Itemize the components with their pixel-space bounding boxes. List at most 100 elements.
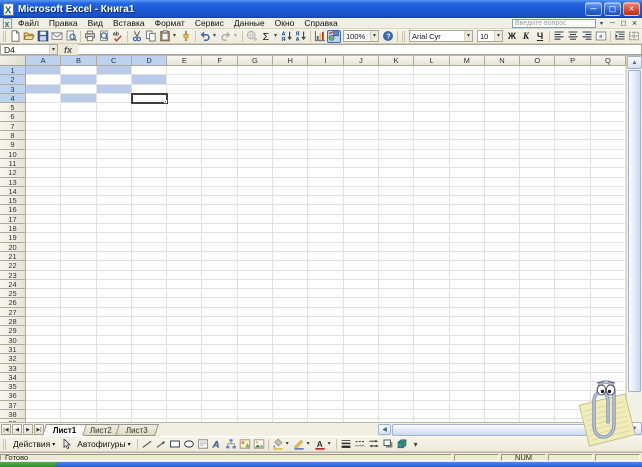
horizontal-scroll-thumb[interactable] xyxy=(392,424,590,436)
cell-D29[interactable] xyxy=(132,326,167,335)
cell-A2[interactable] xyxy=(26,75,61,84)
cell-H27[interactable] xyxy=(273,308,308,317)
cell-H15[interactable] xyxy=(273,196,308,205)
row-header-16[interactable]: 16 xyxy=(0,205,26,214)
cell-K6[interactable] xyxy=(379,112,414,121)
cell-H23[interactable] xyxy=(273,271,308,280)
row-header-20[interactable]: 20 xyxy=(0,243,26,252)
cell-D25[interactable] xyxy=(132,289,167,298)
cell-K13[interactable] xyxy=(379,178,414,187)
cell-C16[interactable] xyxy=(97,205,132,214)
cell-L28[interactable] xyxy=(414,317,449,326)
cell-I13[interactable] xyxy=(308,178,343,187)
cell-B1[interactable] xyxy=(61,66,96,75)
cell-L30[interactable] xyxy=(414,336,449,345)
cell-I15[interactable] xyxy=(308,196,343,205)
cell-E33[interactable] xyxy=(167,364,202,373)
cell-N5[interactable] xyxy=(485,103,520,112)
cell-F14[interactable] xyxy=(202,187,237,196)
cell-H7[interactable] xyxy=(273,122,308,131)
cell-C37[interactable] xyxy=(97,401,132,410)
cell-K25[interactable] xyxy=(379,289,414,298)
name-box[interactable]: D4 ▾ xyxy=(0,44,58,55)
cell-P12[interactable] xyxy=(555,168,590,177)
column-header-I[interactable]: I xyxy=(308,56,343,66)
sort-ascending-button[interactable]: АЯ xyxy=(280,30,294,43)
row-header-28[interactable]: 28 xyxy=(0,317,26,326)
cell-A32[interactable] xyxy=(26,354,61,363)
cell-B10[interactable] xyxy=(61,150,96,159)
cell-P10[interactable] xyxy=(555,150,590,159)
cell-A34[interactable] xyxy=(26,373,61,382)
cell-G20[interactable] xyxy=(238,243,273,252)
cell-A15[interactable] xyxy=(26,196,61,205)
cell-F13[interactable] xyxy=(202,178,237,187)
cell-A28[interactable] xyxy=(26,317,61,326)
cell-F35[interactable] xyxy=(202,382,237,391)
cell-C8[interactable] xyxy=(97,131,132,140)
cell-E32[interactable] xyxy=(167,354,202,363)
column-header-M[interactable]: M xyxy=(450,56,485,66)
print-preview-button[interactable] xyxy=(97,30,111,43)
cell-M9[interactable] xyxy=(450,140,485,149)
cell-K4[interactable] xyxy=(379,94,414,103)
cell-E3[interactable] xyxy=(167,85,202,94)
cell-I25[interactable] xyxy=(308,289,343,298)
cell-Q18[interactable] xyxy=(591,224,626,233)
cell-L5[interactable] xyxy=(414,103,449,112)
cell-F38[interactable] xyxy=(202,410,237,419)
office-assistant-clippy[interactable] xyxy=(575,379,639,447)
line-style-button[interactable] xyxy=(339,438,353,451)
cell-O23[interactable] xyxy=(520,271,555,280)
cell-G19[interactable] xyxy=(238,233,273,242)
row-header-9[interactable]: 9 xyxy=(0,140,26,149)
row-header-14[interactable]: 14 xyxy=(0,187,26,196)
name-box-dropdown[interactable]: ▾ xyxy=(49,45,57,54)
cell-K37[interactable] xyxy=(379,401,414,410)
row-header-12[interactable]: 12 xyxy=(0,168,26,177)
cell-O7[interactable] xyxy=(520,122,555,131)
cell-I4[interactable] xyxy=(308,94,343,103)
cell-J18[interactable] xyxy=(344,224,379,233)
picture-button[interactable] xyxy=(252,438,266,451)
cell-B19[interactable] xyxy=(61,233,96,242)
cell-H13[interactable] xyxy=(273,178,308,187)
cell-G25[interactable] xyxy=(238,289,273,298)
align-left-button[interactable] xyxy=(552,30,566,43)
cell-J36[interactable] xyxy=(344,391,379,400)
cell-C1[interactable] xyxy=(97,66,132,75)
column-header-J[interactable]: J xyxy=(344,56,379,66)
row-header-23[interactable]: 23 xyxy=(0,271,26,280)
cell-H2[interactable] xyxy=(273,75,308,84)
cell-E7[interactable] xyxy=(167,122,202,131)
cell-M7[interactable] xyxy=(450,122,485,131)
cell-N6[interactable] xyxy=(485,112,520,121)
cell-Q29[interactable] xyxy=(591,326,626,335)
cell-B38[interactable] xyxy=(61,410,96,419)
cell-M28[interactable] xyxy=(450,317,485,326)
bold-button[interactable]: Ж xyxy=(505,30,519,43)
format-painter-button[interactable] xyxy=(179,30,193,43)
chevron-down-icon[interactable]: ▾ xyxy=(370,31,378,41)
cell-I16[interactable] xyxy=(308,205,343,214)
cell-G28[interactable] xyxy=(238,317,273,326)
cell-L26[interactable] xyxy=(414,298,449,307)
cell-A14[interactable] xyxy=(26,187,61,196)
cell-O33[interactable] xyxy=(520,364,555,373)
cell-A9[interactable] xyxy=(26,140,61,149)
cell-E14[interactable] xyxy=(167,187,202,196)
cell-H24[interactable] xyxy=(273,280,308,289)
cell-O36[interactable] xyxy=(520,391,555,400)
cell-C17[interactable] xyxy=(97,215,132,224)
cell-I12[interactable] xyxy=(308,168,343,177)
cell-J31[interactable] xyxy=(344,345,379,354)
cell-B31[interactable] xyxy=(61,345,96,354)
cell-Q7[interactable] xyxy=(591,122,626,131)
cell-C21[interactable] xyxy=(97,252,132,261)
tab-first-button[interactable]: |◀ xyxy=(1,424,11,435)
cell-B7[interactable] xyxy=(61,122,96,131)
cell-O1[interactable] xyxy=(520,66,555,75)
row-header-8[interactable]: 8 xyxy=(0,131,26,140)
row-header-38[interactable]: 38 xyxy=(0,410,26,419)
cell-F28[interactable] xyxy=(202,317,237,326)
